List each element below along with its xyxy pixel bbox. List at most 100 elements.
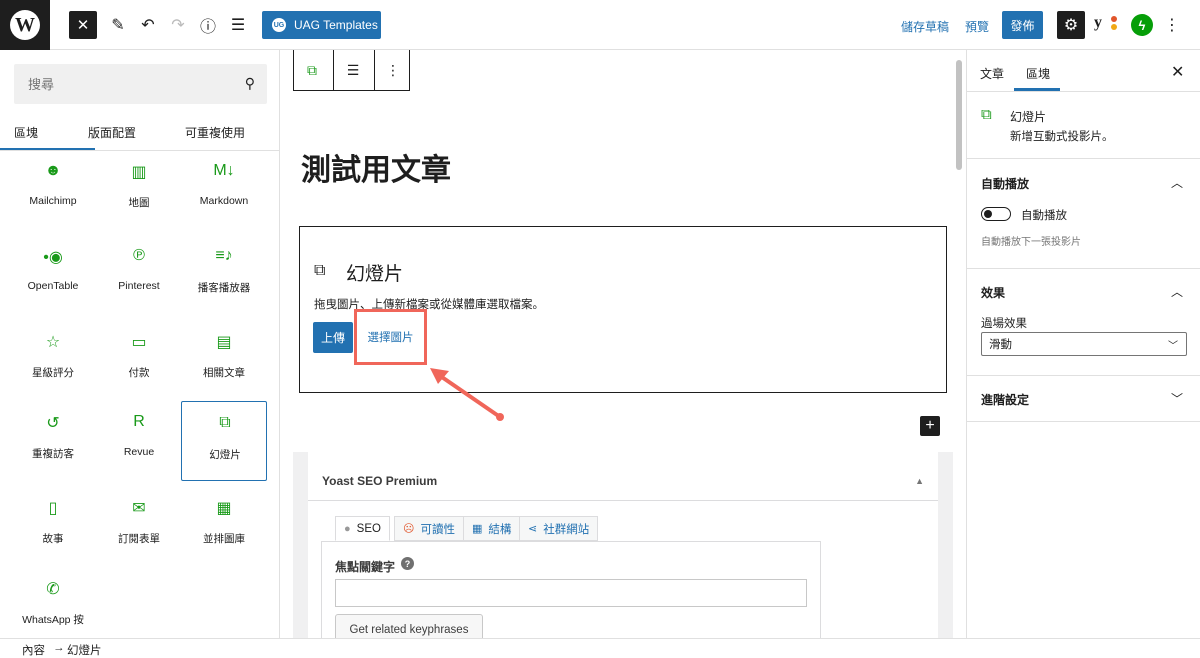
list-view-icon[interactable]: ☰ — [224, 11, 252, 39]
publish-button[interactable]: 發佈 — [1002, 11, 1043, 39]
star-icon: ☆ — [45, 334, 61, 351]
block-item-label: 訂閱表單 — [118, 533, 160, 545]
breadcrumb-item-content[interactable]: 內容 — [22, 642, 45, 658]
schema-grid-icon: ▦ — [472, 523, 483, 535]
info-icon[interactable]: ⓘ — [194, 11, 222, 39]
block-item[interactable]: M↓ Markdown — [181, 150, 267, 230]
block-item-label: 付款 — [128, 367, 150, 379]
block-item[interactable]: •◉ OpenTable — [10, 235, 96, 315]
post-title[interactable]: 測試用文章 — [301, 145, 451, 189]
choose-image-button[interactable]: 選擇圖片 — [354, 309, 427, 365]
edit-pencil-icon[interactable]: ✎ — [104, 11, 132, 39]
tab-readability-label: 可讀性 — [420, 523, 455, 536]
close-icon[interactable]: ✕ — [69, 11, 97, 39]
canvas-scrollbar[interactable] — [956, 60, 962, 170]
block-item-label: OpenTable — [27, 280, 79, 292]
chevron-down-icon: ﹀ — [1168, 341, 1178, 352]
tab-readability[interactable]: ☹ 可讀性 — [394, 516, 464, 541]
undo-icon[interactable]: ↶ — [134, 11, 162, 39]
focus-keyphrase-input[interactable] — [335, 579, 807, 607]
more-options-icon[interactable]: ⋮ — [379, 56, 407, 84]
subscribe-icon: ✉ — [132, 500, 146, 517]
podcast-icon: ≡♪ — [215, 247, 233, 264]
close-icon[interactable]: ✕ — [1171, 62, 1184, 82]
block-item-label: Markdown — [199, 195, 249, 207]
tab-seo[interactable]: ● SEO — [335, 516, 390, 541]
block-card-description: 新增互動式投影片。 — [1010, 131, 1114, 143]
block-item[interactable]: ▭ 付款 — [96, 320, 182, 400]
tab-schema[interactable]: ▦ 結構 — [463, 516, 521, 541]
block-item[interactable]: ▤ 相關文章 — [181, 320, 267, 400]
block-item[interactable]: ↺ 重複訪客 — [10, 401, 96, 481]
tab-post[interactable]: 文章 — [980, 65, 1004, 82]
block-item-label: 播客播放器 — [197, 282, 251, 294]
transition-select[interactable]: 滑動 ﹀ — [981, 332, 1187, 356]
readability-face-icon: ☹ — [403, 523, 415, 535]
chevron-up-icon[interactable]: ︿ — [1171, 174, 1183, 191]
wordpress-logo-icon[interactable]: W — [0, 0, 50, 50]
tab-patterns[interactable]: 版面配置 — [88, 124, 136, 141]
block-toolbar: ⧉ ☰ ⋮ — [293, 50, 410, 91]
collapse-icon[interactable]: ▲ — [915, 476, 924, 486]
search-box: ⚲ — [14, 64, 267, 104]
slideshow-block-icon[interactable]: ⧉ — [298, 56, 326, 84]
block-item[interactable]: ▯ 故事 — [10, 486, 96, 566]
yoast-icon[interactable]: y — [1094, 14, 1122, 36]
advanced-section-title[interactable]: 進階設定 — [981, 391, 1029, 408]
uag-templates-label: UAG Templates — [294, 18, 378, 32]
block-item[interactable]: ✉ 訂閱表單 — [96, 486, 182, 566]
slideshow-block[interactable]: ⧉ 幻燈片 拖曳圖片、上傳新檔案或從媒體庫選取檔案。 上傳 選擇圖片 — [299, 226, 947, 393]
more-options-icon[interactable]: ⋮ — [1158, 11, 1186, 39]
repeat-visitor-icon: ↺ — [46, 415, 60, 432]
social-share-icon: ⋖ — [528, 523, 538, 535]
revue-icon: R — [133, 413, 145, 430]
search-icon: ⚲ — [244, 75, 255, 91]
block-item-label: 並排圖庫 — [203, 533, 245, 545]
mailchimp-icon: ☻ — [44, 162, 62, 179]
sidebar-divider — [967, 268, 1200, 269]
yoast-panel-title[interactable]: Yoast SEO Premium — [322, 474, 437, 488]
align-icon[interactable]: ☰ — [339, 56, 367, 84]
autoplay-toggle[interactable] — [981, 207, 1011, 221]
add-block-button[interactable]: + — [920, 416, 940, 436]
block-item[interactable]: R Revue — [96, 401, 182, 481]
uag-templates-button[interactable]: UG UAG Templates — [262, 11, 381, 39]
redo-icon[interactable]: ↷ — [164, 11, 192, 39]
block-item[interactable]: ▥ 地圖 — [96, 150, 182, 230]
block-item[interactable]: ⧉ 幻燈片 — [181, 401, 267, 481]
block-item-label: Mailchimp — [29, 195, 77, 207]
related-keyphrases-button[interactable]: Get related keyphrases — [335, 614, 483, 638]
tab-social[interactable]: ⋖ 社群網站 — [519, 516, 599, 541]
block-item[interactable]: ☻ Mailchimp — [10, 150, 96, 230]
seo-dot-icon: ● — [344, 522, 351, 535]
slideshow-icon: ⧉ — [981, 106, 992, 123]
block-item[interactable]: ☆ 星級評分 — [10, 320, 96, 400]
block-item[interactable]: ℗ Pinterest — [96, 235, 182, 315]
block-item[interactable]: ✆ WhatsApp 按 — [10, 567, 96, 638]
breadcrumb-arrow-icon: → — [53, 642, 65, 654]
jetpack-icon[interactable]: ϟ — [1131, 14, 1153, 36]
tab-blocks[interactable]: 區塊 — [14, 124, 38, 141]
tab-block[interactable]: 區塊 — [1026, 65, 1050, 82]
gear-icon[interactable]: ⚙ — [1057, 11, 1085, 39]
block-item[interactable]: ▦ 並排圖庫 — [181, 486, 267, 566]
payment-icon: ▭ — [131, 334, 147, 351]
help-icon[interactable]: ? — [401, 557, 414, 570]
preview-button[interactable]: 預覽 — [965, 18, 989, 35]
autoplay-help-text: 自動播放下一張投影片 — [981, 237, 1081, 248]
block-item[interactable]: ≡♪ 播客播放器 — [181, 235, 267, 315]
breadcrumb-item-slideshow[interactable]: 幻燈片 — [67, 642, 102, 658]
search-input[interactable] — [14, 64, 234, 104]
autoplay-toggle-label: 自動播放 — [1021, 210, 1067, 222]
tab-reusable[interactable]: 可重複使用 — [185, 124, 245, 141]
chevron-down-icon[interactable]: ﹀ — [1171, 390, 1183, 407]
block-item-label: 幻燈片 — [209, 449, 241, 461]
yoast-letter: y — [1094, 14, 1102, 31]
sidebar-divider — [967, 421, 1200, 422]
effects-section-title[interactable]: 效果 — [981, 284, 1005, 301]
autoplay-section-title[interactable]: 自動播放 — [981, 175, 1029, 192]
chevron-up-icon[interactable]: ︿ — [1171, 283, 1183, 300]
sidebar-divider — [967, 375, 1200, 376]
upload-button[interactable]: 上傳 — [313, 322, 353, 353]
save-draft-button[interactable]: 儲存草稿 — [901, 18, 949, 35]
